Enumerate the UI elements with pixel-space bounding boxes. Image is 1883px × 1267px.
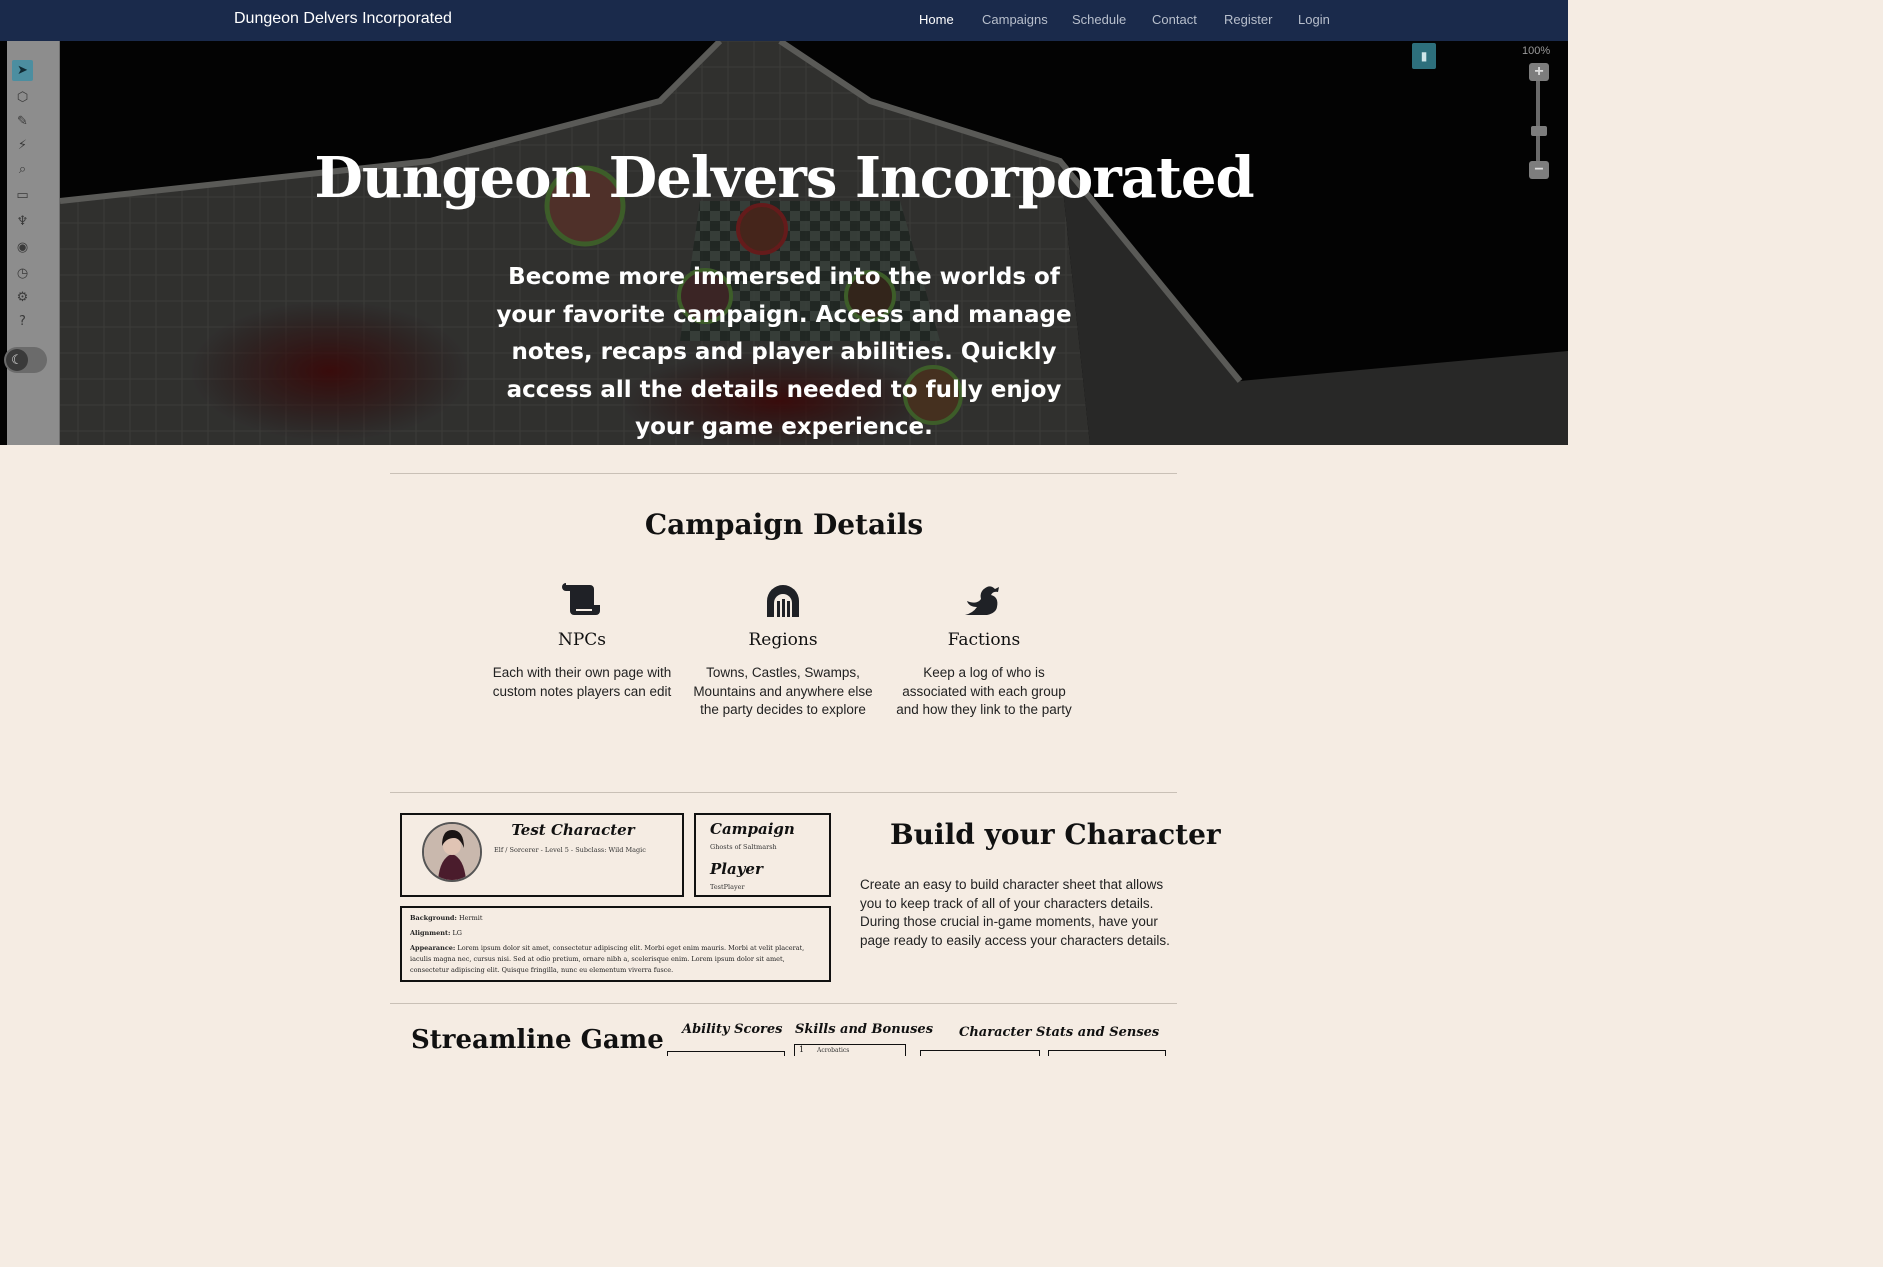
- zoom-in-icon[interactable]: +: [1529, 63, 1549, 81]
- dragon-icon: [894, 580, 1074, 620]
- campaign-value: Ghosts of Saltmarsh: [710, 843, 777, 851]
- section-divider: [390, 473, 1177, 474]
- character-summary: Elf / Sorcerer - Level 5 - Subclass: Wil…: [494, 846, 646, 854]
- first-skill-number: 1: [799, 1045, 805, 1054]
- section-divider: [390, 1003, 1177, 1004]
- ability-scores-box: [667, 1051, 785, 1056]
- feature-text: Each with their own page with custom not…: [492, 665, 672, 699]
- skills-label: Skills and Bonuses: [795, 1022, 934, 1037]
- stats-label: Character Stats and Senses: [959, 1025, 1160, 1040]
- vtt-toolbar: ➤ ⬡ ✎ ⚡ ⌕ ▭ ♆ ◉ ◷ ⚙ ?: [7, 41, 60, 445]
- nav-link-schedule[interactable]: Schedule: [1072, 12, 1126, 27]
- help-tool-icon[interactable]: ?: [12, 311, 33, 332]
- section-divider: [390, 792, 1177, 793]
- feature-heading: NPCs: [557, 630, 607, 650]
- visibility-tool-icon[interactable]: ◉: [12, 237, 33, 258]
- feature-text: Towns, Castles, Swamps, Mountains and an…: [693, 665, 873, 718]
- senses-box: [1048, 1050, 1166, 1056]
- campaign-details-title: Campaign Details: [644, 508, 924, 541]
- clock-tool-icon[interactable]: ◷: [12, 263, 33, 284]
- zoom-level: 100%: [1522, 45, 1551, 57]
- appearance-line: Appearance: Lorem ipsum dolor sit amet, …: [410, 943, 822, 976]
- stats-box: [920, 1050, 1040, 1056]
- hero-subtitle: Become more immersed into the worlds of …: [496, 264, 1072, 440]
- character-details-card: Background: Hermit Alignment: LG Appeara…: [400, 906, 831, 982]
- alignment-label: Alignment:: [410, 929, 451, 937]
- build-character-text: Create an easy to build character sheet …: [860, 877, 1170, 949]
- feature-text: Keep a log of who is associated with eac…: [896, 665, 1072, 718]
- nav-links: Home Campaigns Schedule Contact Register…: [0, 12, 1568, 32]
- hero-banner: ➤ ⬡ ✎ ⚡ ⌕ ▭ ♆ ◉ ◷ ⚙ ? ☾ 100% + − ▮ Dunge…: [0, 41, 1568, 445]
- scroll-icon: [492, 580, 672, 620]
- skills-box: 1 Acrobatics: [794, 1044, 906, 1056]
- first-skill-label: Acrobatics: [817, 1047, 850, 1054]
- zoom-slider-handle[interactable]: [1531, 126, 1547, 136]
- dark-mode-toggle[interactable]: ☾: [4, 347, 47, 373]
- character-header-card: Test Character Elf / Sorcerer - Level 5 …: [400, 813, 684, 897]
- character-name: Test Character: [511, 821, 635, 839]
- top-navbar: Dungeon Delvers Incorporated Home Campai…: [0, 0, 1568, 41]
- background-value: Hermit: [458, 914, 483, 922]
- journal-icon[interactable]: ▮: [1412, 43, 1436, 69]
- character-details: Background: Hermit Alignment: LG Appeara…: [410, 913, 822, 976]
- moon-icon: ☾: [6, 349, 28, 371]
- feature-heading: Factions: [947, 630, 1021, 650]
- feature-regions: Regions Towns, Castles, Swamps, Mountain…: [693, 580, 873, 720]
- campaign-label: Campaign: [710, 820, 795, 838]
- appearance-label: Appearance:: [410, 944, 456, 952]
- background-line: Background: Hermit: [410, 913, 822, 924]
- feature-npcs: NPCs Each with their own page with custo…: [492, 580, 672, 701]
- feature-factions: Factions Keep a log of who is associated…: [894, 580, 1074, 720]
- streamline-title: Streamline Game: [411, 1025, 664, 1055]
- draw-tool-icon[interactable]: ✎: [12, 111, 33, 132]
- nav-link-home[interactable]: Home: [919, 12, 954, 27]
- player-value: TestPlayer: [710, 883, 745, 891]
- nav-link-register[interactable]: Register: [1224, 12, 1272, 27]
- dice-tool-icon[interactable]: ⚙: [12, 287, 33, 308]
- nav-link-login[interactable]: Login: [1298, 12, 1330, 27]
- alignment-line: Alignment: LG: [410, 928, 822, 939]
- token-tool-icon[interactable]: ⬡: [12, 87, 33, 108]
- nav-link-contact[interactable]: Contact: [1152, 12, 1197, 27]
- hero-title: Dungeon Delvers Incorporated: [314, 144, 1254, 211]
- background-label: Background:: [410, 914, 457, 922]
- ability-scores-label: Ability Scores: [682, 1022, 783, 1037]
- dungeon-icon: [693, 580, 873, 620]
- feature-heading: Regions: [748, 630, 818, 650]
- campaign-player-card: Campaign Ghosts of Saltmarsh Player Test…: [694, 813, 831, 897]
- nav-link-campaigns[interactable]: Campaigns: [982, 12, 1048, 27]
- select-tool-icon[interactable]: ➤: [12, 60, 33, 81]
- build-character-title: Build your Character: [890, 818, 1221, 851]
- alignment-value: LG: [452, 929, 462, 937]
- light-tool-icon[interactable]: ♆: [12, 211, 33, 232]
- player-label: Player: [710, 860, 763, 878]
- appearance-value: Lorem ipsum dolor sit amet, consectetur …: [410, 944, 805, 974]
